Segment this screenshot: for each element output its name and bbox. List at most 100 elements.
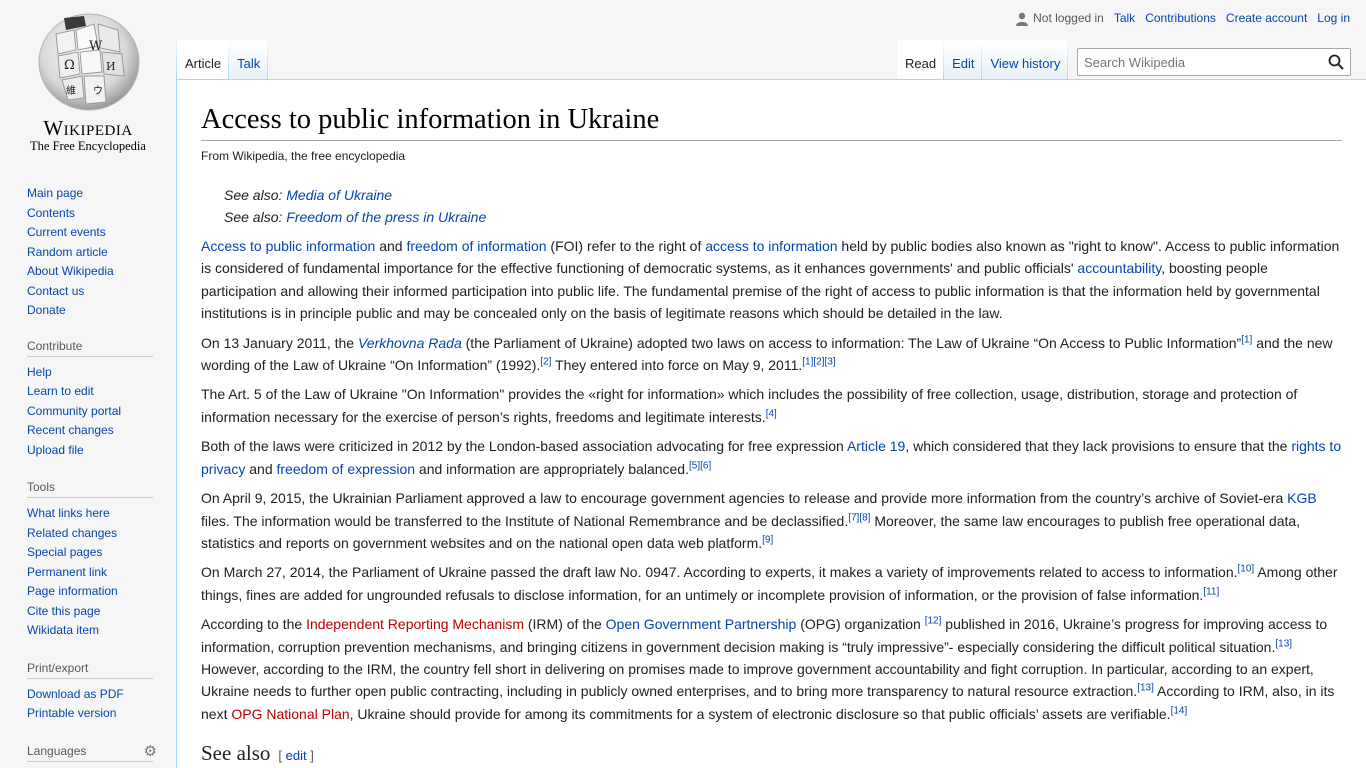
contribute-link[interactable]: Upload file xyxy=(27,443,84,457)
citation-link[interactable]: [1][2][3] xyxy=(802,356,835,367)
hatnote: See also: Freedom of the press in Ukrain… xyxy=(224,209,487,226)
citation-link[interactable]: [2] xyxy=(540,356,551,367)
sidebar-item[interactable]: Special pages xyxy=(27,543,153,563)
tab-article[interactable]: Article xyxy=(177,40,229,80)
sidebar-item[interactable]: Contents xyxy=(27,204,153,224)
link-article-19[interactable]: Article 19 xyxy=(847,438,905,454)
sidebar-item[interactable]: About Wikipedia xyxy=(27,262,153,282)
citation-link[interactable]: [7][8] xyxy=(848,512,870,523)
personal-tools: Not logged in Talk Contributions Create … xyxy=(1015,11,1350,26)
sidebar-item[interactable]: Printable version xyxy=(27,704,153,724)
paragraph-1: Access to public information and freedom… xyxy=(201,238,1340,322)
sidebar-item[interactable]: Page information xyxy=(27,582,153,602)
contribute-link[interactable]: Learn to edit xyxy=(27,384,94,398)
print-link[interactable]: Download as PDF xyxy=(27,687,124,701)
citation-link[interactable]: [9] xyxy=(762,534,773,545)
main-content: Access to public information in Ukraine … xyxy=(176,79,1366,768)
tools-portal: Tools What links here Related changes Spec… xyxy=(27,480,153,641)
contributions-link[interactable]: Contributions xyxy=(1145,11,1216,25)
citation-link[interactable]: [12] xyxy=(925,615,942,626)
sidebar-item[interactable]: Donate xyxy=(27,301,153,321)
citation-link[interactable]: [14] xyxy=(1171,705,1188,716)
tab-talk[interactable]: Talk xyxy=(229,40,268,80)
citation-link[interactable]: [13] xyxy=(1137,683,1154,694)
nav-link[interactable]: Donate xyxy=(27,303,66,317)
link-freedom-of-information[interactable]: freedom of information xyxy=(406,238,546,254)
tools-link[interactable]: Permanent link xyxy=(27,565,107,579)
hatnote-link-freedom-of-press[interactable]: Freedom of the press in Ukraine xyxy=(286,209,486,225)
nav-link[interactable]: Contents xyxy=(27,206,75,220)
hatnote-link-media-of-ukraine[interactable]: Media of Ukraine xyxy=(286,187,392,203)
sidebar-item[interactable]: Upload file xyxy=(27,441,153,461)
search-icon[interactable] xyxy=(1328,54,1344,70)
tools-link[interactable]: Page information xyxy=(27,584,118,598)
sidebar-item[interactable]: Wikidata item xyxy=(27,621,153,641)
sidebar-item[interactable]: Main page xyxy=(27,184,153,204)
edit-section-link[interactable]: edit xyxy=(286,748,307,763)
nav-link[interactable]: Random article xyxy=(27,245,108,259)
tools-heading: Tools xyxy=(27,480,153,498)
paragraph-3: The Art. 5 of the Law of Ukraine "On Inf… xyxy=(201,386,1298,425)
sidebar-item[interactable]: Help xyxy=(27,363,153,383)
tools-link[interactable]: What links here xyxy=(27,506,110,520)
navigation-portal: Main page Contents Current events Random ar… xyxy=(27,184,153,321)
sidebar-item[interactable]: Permanent link xyxy=(27,563,153,583)
citation-link[interactable]: [1] xyxy=(1241,334,1252,345)
wikipedia-logo[interactable]: Ω W И 維 ウ Wikipedia The Free Encyclopedi… xyxy=(0,0,176,160)
print-link[interactable]: Printable version xyxy=(27,706,116,720)
sidebar-item[interactable]: Recent changes xyxy=(27,421,153,441)
sidebar-item[interactable]: Random article xyxy=(27,243,153,263)
link-access-to-information[interactable]: access to information xyxy=(705,238,837,254)
citation-link[interactable]: [4] xyxy=(766,408,777,419)
sidebar: Main page Contents Current events Random ar… xyxy=(0,180,176,768)
search-input[interactable] xyxy=(1078,49,1318,75)
tab-read[interactable]: Read xyxy=(897,40,944,80)
nav-link[interactable]: Main page xyxy=(27,186,83,200)
nav-link[interactable]: Contact us xyxy=(27,284,84,298)
tab-edit[interactable]: Edit xyxy=(944,40,982,80)
sidebar-item[interactable]: What links here xyxy=(27,504,153,524)
create-account-link[interactable]: Create account xyxy=(1226,11,1307,25)
talk-link[interactable]: Talk xyxy=(1114,11,1135,25)
contribute-link[interactable]: Help xyxy=(27,365,52,379)
nav-link[interactable]: Current events xyxy=(27,225,106,239)
sidebar-item[interactable]: Cite this page xyxy=(27,602,153,622)
search-box xyxy=(1077,48,1351,76)
paragraph-4: Both of the laws were criticized in 2012… xyxy=(201,438,1342,477)
tools-link[interactable]: Related changes xyxy=(27,526,117,540)
sidebar-item[interactable]: Contact us xyxy=(27,282,153,302)
link-freedom-of-expression[interactable]: freedom of expression xyxy=(277,461,416,477)
sidebar-item[interactable]: Current events xyxy=(27,223,153,243)
contribute-link[interactable]: Community portal xyxy=(27,404,121,418)
citation-link[interactable]: [5][6] xyxy=(689,460,711,471)
link-independent-reporting-mechanism[interactable]: Independent Reporting Mechanism xyxy=(306,616,524,632)
tab-view-history[interactable]: View history xyxy=(982,40,1068,80)
link-open-government-partnership[interactable]: Open Government Partnership xyxy=(606,616,797,632)
link-opg-national-plan[interactable]: OPG National Plan xyxy=(231,706,349,722)
sidebar-item[interactable]: Download as PDF xyxy=(27,685,153,705)
print-export-portal: Print/export Download as PDF Printable ve… xyxy=(27,661,153,724)
tools-link[interactable]: Cite this page xyxy=(27,604,100,618)
link-accountability[interactable]: accountability xyxy=(1077,260,1161,276)
gear-icon[interactable]: ⚙ xyxy=(144,742,157,760)
sidebar-item[interactable]: Community portal xyxy=(27,402,153,422)
sidebar-item[interactable]: Learn to edit xyxy=(27,382,153,402)
citation-link[interactable]: [10] xyxy=(1238,564,1255,575)
log-in-link[interactable]: Log in xyxy=(1317,11,1350,25)
citation-link[interactable]: [11] xyxy=(1203,586,1219,597)
svg-text:И: И xyxy=(106,60,116,73)
link-access-to-public-information[interactable]: Access to public information xyxy=(201,238,375,254)
link-kgb[interactable]: KGB xyxy=(1287,490,1317,506)
paragraph-5: On April 9, 2015, the Ukrainian Parliame… xyxy=(201,490,1317,551)
section-heading-see-also: See also[ edit ] xyxy=(201,741,1342,768)
sidebar-item[interactable]: Related changes xyxy=(27,524,153,544)
edit-section: [ edit ] xyxy=(278,748,314,764)
nav-link[interactable]: About Wikipedia xyxy=(27,264,114,278)
citation-link[interactable]: [13] xyxy=(1275,638,1292,649)
tools-link[interactable]: Wikidata item xyxy=(27,623,99,637)
tools-link[interactable]: Special pages xyxy=(27,545,102,559)
link-verkhovna-rada[interactable]: Verkhovna Rada xyxy=(358,335,462,351)
svg-text:ウ: ウ xyxy=(93,85,103,97)
page-title: Access to public information in Ukraine xyxy=(201,101,1342,142)
contribute-link[interactable]: Recent changes xyxy=(27,423,114,437)
